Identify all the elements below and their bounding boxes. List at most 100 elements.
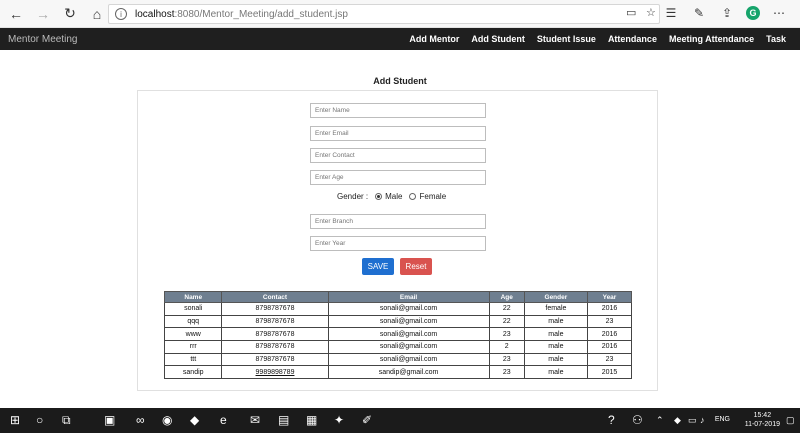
taskbar: ⊞ ○ ⧉ ▣ ∞ ◉ ◆ e ✉ ▤ ▦ ✦ ✐ ? ⚇ ⌃ ◆ ▭ ♪ EN…: [0, 408, 800, 433]
cell-contact: 8798787678: [221, 327, 329, 342]
back-icon[interactable]: ←: [5, 3, 27, 25]
cell-age: 22: [488, 314, 525, 329]
gender-label: Gender :: [337, 192, 369, 201]
cell-contact: 8798787678: [221, 352, 329, 367]
table-row: ttt 8798787678 sonali@gmail.com 23 male …: [163, 352, 633, 367]
app-window-icon[interactable]: ▦: [306, 412, 317, 428]
table-row: rrr 8798787678 sonali@gmail.com 2 male 2…: [163, 340, 633, 354]
name-field[interactable]: [310, 103, 486, 118]
gender-female-label: Female: [419, 192, 447, 201]
notification-icon[interactable]: ▢: [786, 412, 795, 428]
cell-age: 2: [488, 340, 525, 354]
app-navbar: Mentor Meeting Add Mentor Add Student St…: [0, 28, 800, 50]
header-gender: Gender: [523, 291, 588, 303]
year-field[interactable]: [310, 236, 486, 251]
cell-gender: female: [523, 302, 588, 316]
task-view-icon[interactable]: ⧉: [62, 412, 71, 428]
cell-email: sonali@gmail.com: [327, 340, 490, 354]
tray-arrow-icon[interactable]: ⌃: [656, 412, 664, 428]
windows-start-icon[interactable]: ⊞: [10, 412, 20, 428]
url-host: localhost: [135, 8, 175, 20]
nav-add-mentor[interactable]: Add Mentor: [409, 34, 459, 44]
refresh-icon[interactable]: ↻: [59, 3, 81, 25]
game-icon[interactable]: ✦: [334, 412, 344, 428]
age-field[interactable]: [310, 170, 486, 185]
cell-name: rrr: [163, 340, 223, 354]
branch-field[interactable]: [310, 214, 486, 229]
cell-gender: male: [523, 340, 588, 354]
nav-task[interactable]: Task: [766, 34, 786, 44]
search-icon[interactable]: ○: [36, 412, 43, 428]
nav-links: Add Mentor Add Student Student Issue Att…: [409, 28, 786, 50]
chrome-icon[interactable]: ◉: [162, 412, 172, 428]
help-icon[interactable]: ?: [608, 412, 615, 428]
cell-year: 2016: [586, 302, 633, 316]
reader-icon[interactable]: ▭: [626, 6, 636, 19]
gender-male-radio[interactable]: [375, 193, 383, 200]
notepad-icon[interactable]: ✐: [362, 412, 372, 428]
cell-email: sandip@gmail.com: [327, 365, 490, 380]
dropbox-icon[interactable]: ◆: [190, 412, 199, 428]
volume-icon[interactable]: ♪: [700, 412, 705, 428]
clock[interactable]: 15:42 11-07-2019: [745, 411, 780, 429]
clock-date: 11-07-2019: [744, 421, 780, 428]
header-contact: Contact: [221, 291, 329, 303]
email-field[interactable]: [310, 126, 486, 141]
cell-email: sonali@gmail.com: [327, 327, 490, 342]
nav-student-issue[interactable]: Student Issue: [537, 34, 596, 44]
store-icon[interactable]: ▣: [104, 412, 115, 428]
header-name: Name: [163, 291, 223, 303]
cell-year: 23: [586, 352, 633, 367]
forward-icon[interactable]: →: [32, 3, 54, 25]
info-icon[interactable]: i: [115, 8, 127, 20]
people-icon[interactable]: ⚇: [632, 412, 643, 428]
infinity-app-icon[interactable]: ∞: [136, 412, 145, 428]
file-explorer-icon[interactable]: ▤: [278, 412, 289, 428]
nav-meeting-attendance[interactable]: Meeting Attendance: [669, 34, 754, 44]
edge-icon[interactable]: e: [220, 412, 227, 428]
home-icon[interactable]: ⌂: [86, 3, 108, 25]
contact-field[interactable]: [310, 148, 486, 163]
mail-icon[interactable]: ✉: [250, 412, 260, 428]
grammarly-icon[interactable]: G: [746, 6, 760, 20]
nav-attendance[interactable]: Attendance: [608, 34, 657, 44]
cell-gender: male: [523, 352, 588, 367]
cell-gender: male: [523, 365, 588, 380]
cell-gender: male: [523, 327, 588, 342]
table-row: sonali 8798787678 sonali@gmail.com 22 fe…: [163, 302, 633, 316]
brand[interactable]: Mentor Meeting: [8, 34, 77, 45]
battery-icon[interactable]: ▭: [688, 412, 697, 428]
page-title: Add Student: [373, 76, 427, 86]
favorites-list-icon[interactable]: ☰: [662, 4, 680, 22]
student-table: Name Contact Email Age Gender Year sonal…: [163, 291, 633, 380]
cell-year: 23: [586, 314, 633, 329]
nav-add-student[interactable]: Add Student: [471, 34, 525, 44]
cell-year: 2016: [586, 327, 633, 342]
more-icon[interactable]: ⋯: [770, 4, 788, 22]
reset-button[interactable]: Reset: [400, 258, 432, 275]
table-row: sandip 9989898789 sandip@gmail.com 23 ma…: [163, 365, 633, 380]
cell-year: 2016: [586, 340, 633, 354]
save-button[interactable]: SAVE: [362, 258, 394, 275]
cell-contact-link[interactable]: 9989898789: [221, 365, 329, 380]
cell-email: sonali@gmail.com: [327, 352, 490, 367]
gender-female-radio[interactable]: [409, 193, 417, 200]
cell-age: 23: [488, 327, 525, 342]
cell-name: sandip: [163, 365, 223, 380]
cell-email: sonali@gmail.com: [327, 314, 490, 329]
gender-row: Gender : Male Female: [337, 192, 446, 201]
table-row: www 8798787678 sonali@gmail.com 23 male …: [163, 327, 633, 342]
language-indicator[interactable]: ENG: [715, 416, 730, 423]
url-path: :8080/Mentor_Meeting/add_student.jsp: [174, 8, 348, 20]
cell-age: 22: [488, 302, 525, 316]
pen-icon[interactable]: ✎: [690, 4, 708, 22]
cell-age: 23: [488, 365, 525, 380]
cell-name: sonali: [163, 302, 223, 316]
dropbox-tray-icon[interactable]: ◆: [674, 412, 681, 428]
table-header-row: Name Contact Email Age Gender Year: [163, 291, 633, 303]
favorite-icon[interactable]: ☆: [646, 6, 656, 19]
header-year: Year: [586, 291, 633, 303]
clock-time: 15:42: [753, 412, 772, 419]
share-icon[interactable]: ⇪: [718, 4, 736, 22]
address-bar[interactable]: i localhost:8080/Mentor_Meeting/add_stud…: [108, 4, 660, 24]
